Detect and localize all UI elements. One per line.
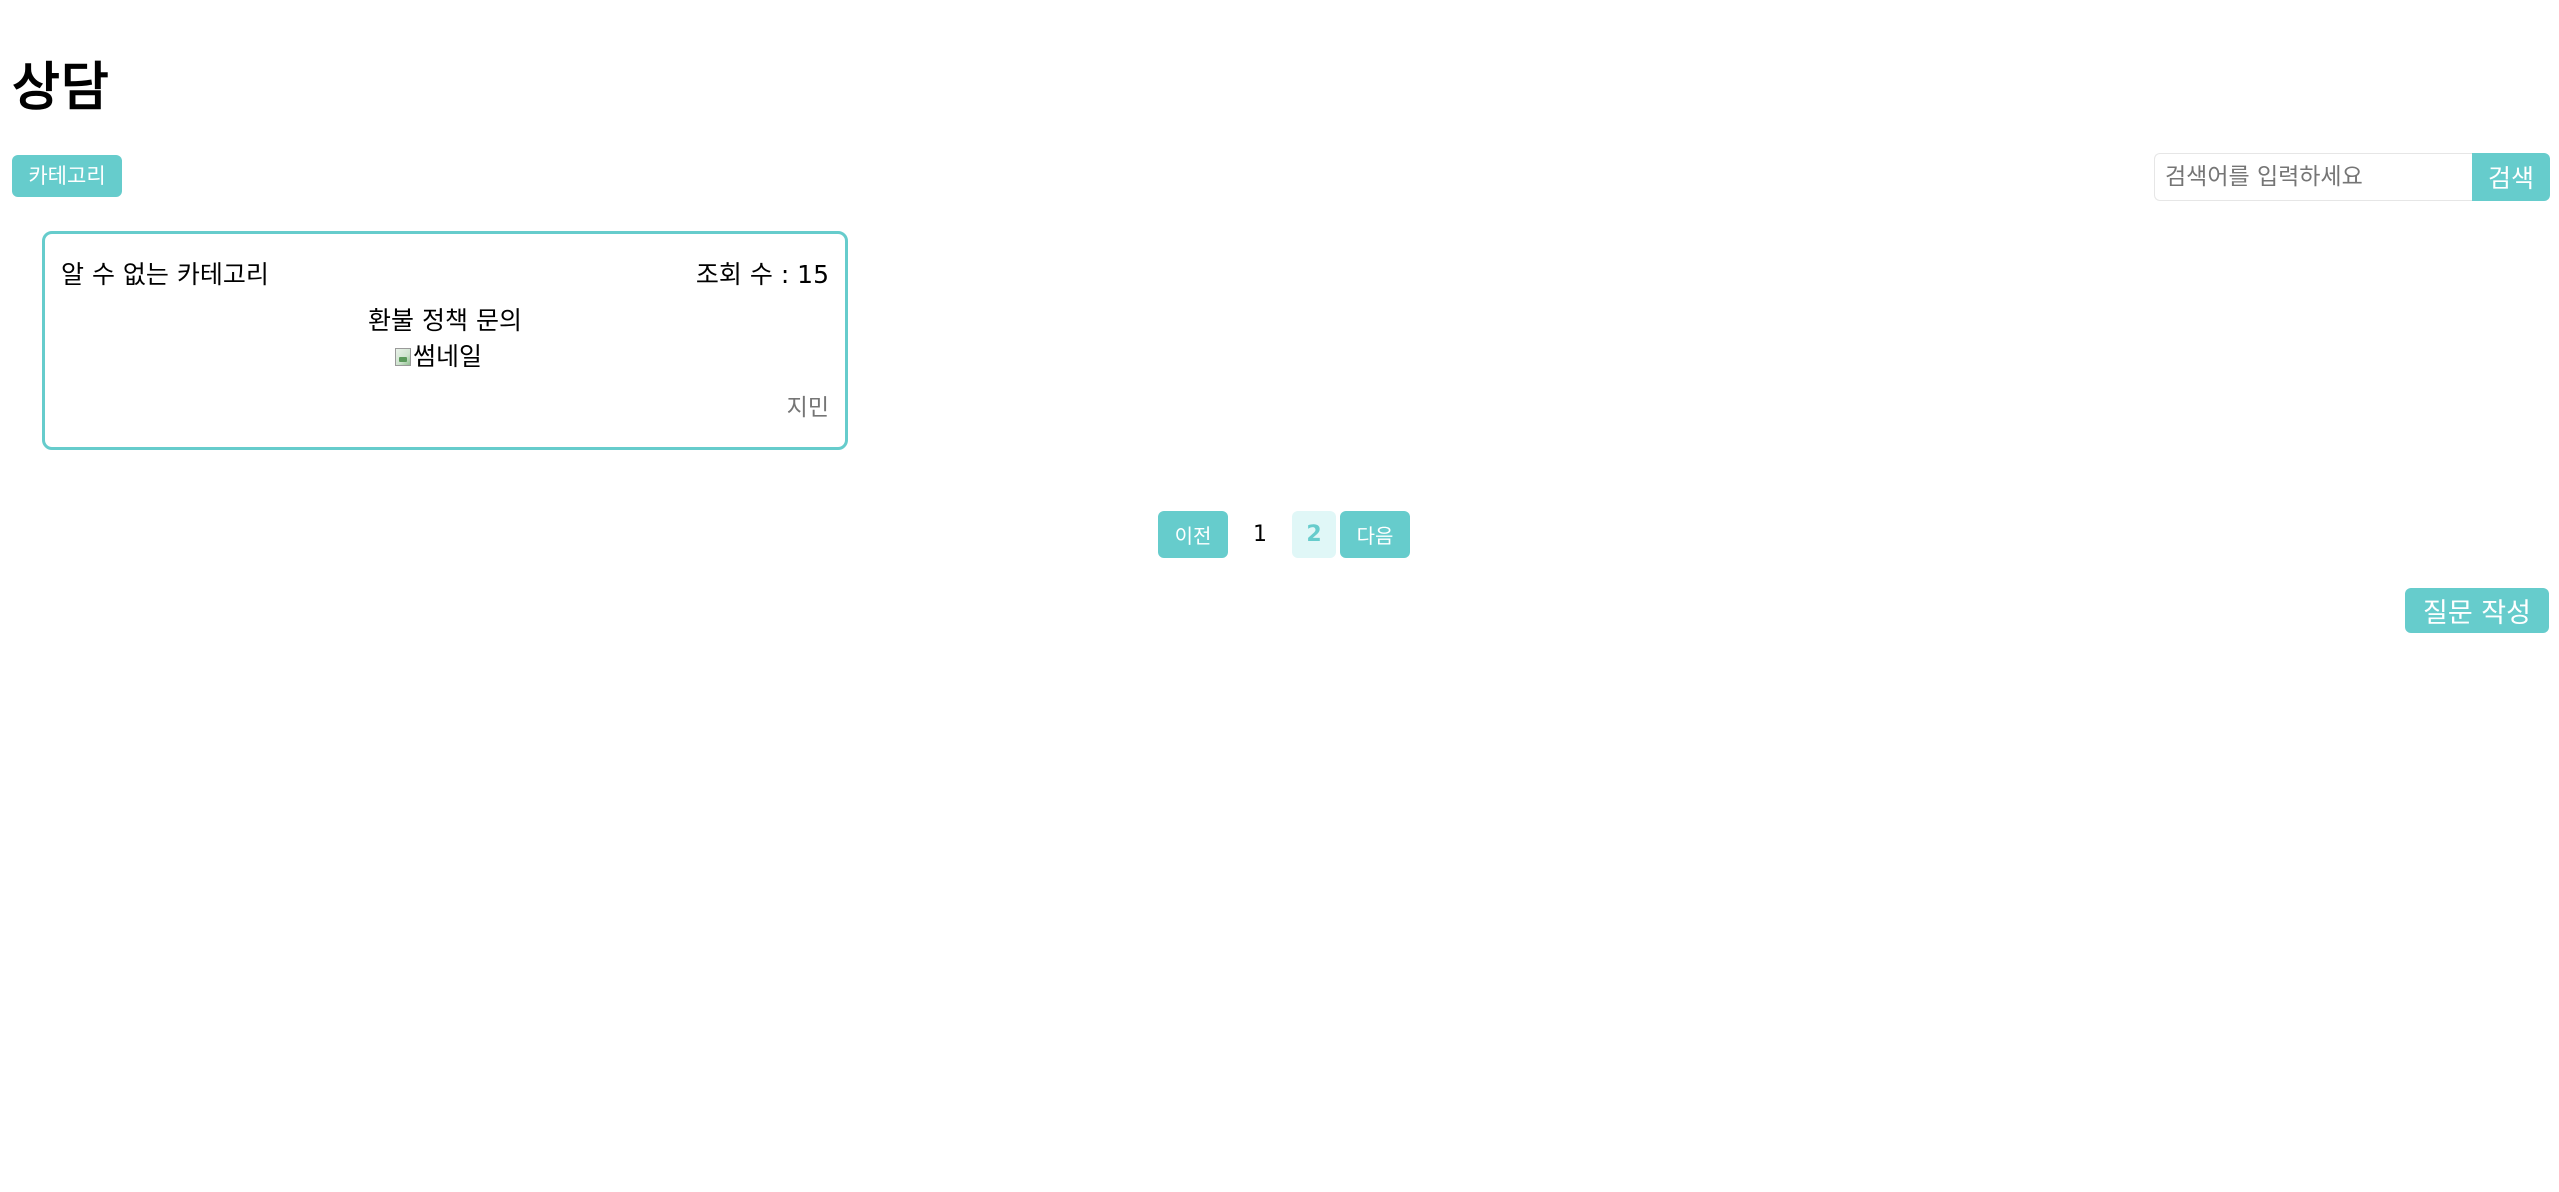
page-number-2-active[interactable]: 2 xyxy=(1292,511,1336,558)
post-thumbnail: 썸네일 xyxy=(395,340,482,374)
post-author: 지민 xyxy=(786,395,829,421)
search-bar: 검색 xyxy=(2154,153,2550,201)
category-button[interactable]: 카테고리 xyxy=(12,155,122,197)
post-view-count: 조회 수 : 15 xyxy=(695,260,829,289)
page-title: 상담 xyxy=(12,58,110,118)
thumbnail-alt-text: 썸네일 xyxy=(413,342,483,371)
page-number-1[interactable]: 1 xyxy=(1238,511,1282,558)
consultation-page: 상담 카테고리 검색 알 수 없는 카테고리 조회 수 : 15 환불 정책 문… xyxy=(0,0,2559,1192)
post-title: 환불 정책 문의 xyxy=(368,306,522,335)
prev-page-button[interactable]: 이전 xyxy=(1158,511,1228,558)
post-card[interactable]: 알 수 없는 카테고리 조회 수 : 15 환불 정책 문의 썸네일 지민 xyxy=(42,231,848,450)
post-category: 알 수 없는 카테고리 xyxy=(61,260,269,289)
search-input[interactable] xyxy=(2154,153,2472,201)
broken-image-icon xyxy=(395,348,411,366)
write-question-button[interactable]: 질문 작성 xyxy=(2405,588,2549,633)
search-button[interactable]: 검색 xyxy=(2472,153,2550,201)
pagination: 이전 1 2 다음 xyxy=(1158,511,1410,558)
next-page-button[interactable]: 다음 xyxy=(1340,511,1410,558)
